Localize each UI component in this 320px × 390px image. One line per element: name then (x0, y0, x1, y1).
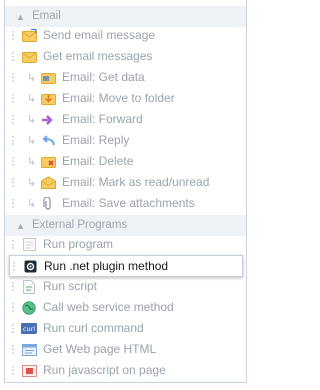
action-label: Get Web page HTML (43, 342, 157, 356)
action-label: Email: Forward (62, 112, 143, 126)
action-label: Email: Get data (62, 70, 145, 84)
drag-handle-icon[interactable] (12, 302, 14, 313)
drag-handle-icon[interactable] (12, 365, 14, 376)
action-call-web-service-method[interactable]: Call web service method (5, 297, 246, 318)
envelope-send-icon (21, 29, 37, 43)
drag-handle-icon[interactable] (12, 30, 14, 41)
action-run-javascript-on-page[interactable]: Run javascript on page (5, 360, 246, 381)
action-get-email-messages[interactable]: Get email messages (5, 46, 246, 67)
drag-handle-icon[interactable] (12, 72, 14, 83)
drag-handle-icon[interactable] (12, 198, 14, 209)
actions-panel: ▲ Email Send email message Get email mes… (4, 0, 247, 383)
action-label: Run program (43, 237, 114, 251)
action-run-dotnet-plugin-method[interactable]: Run .net plugin method (9, 255, 243, 277)
action-email-delete[interactable]: ↳ Email: Delete (5, 151, 246, 172)
drag-handle-icon[interactable] (12, 177, 14, 188)
section-header-external-programs[interactable]: ▲ External Programs (5, 215, 246, 236)
child-arrow-icon: ↳ (27, 156, 37, 168)
globe-icon (21, 300, 37, 315)
move-to-folder-icon (40, 92, 56, 106)
child-arrow-icon: ↳ (27, 135, 37, 147)
action-run-program[interactable]: Run program (5, 234, 246, 255)
gear-plugin-icon (22, 259, 38, 273)
web-page-icon (21, 343, 37, 357)
child-arrow-icon: ↳ (27, 93, 37, 105)
action-email-mark-read[interactable]: ↳ Email: Mark as read/unread (5, 172, 246, 193)
forward-arrow-icon (40, 113, 56, 127)
svg-text:curl: curl (23, 325, 35, 333)
action-label: Run script (43, 279, 98, 293)
drag-handle-icon[interactable] (12, 239, 14, 250)
action-label: Get email messages (43, 49, 153, 63)
child-arrow-icon: ↳ (27, 114, 37, 126)
action-label: Email: Move to folder (62, 91, 175, 105)
section-title: Email (32, 10, 61, 22)
action-label: Email: Save attachments (62, 196, 195, 210)
action-email-get-data[interactable]: ↳ Email: Get data (5, 67, 246, 88)
envelope-open-icon (40, 176, 56, 190)
drag-handle-icon[interactable] (12, 135, 14, 146)
drag-handle-icon[interactable] (12, 114, 14, 125)
drag-handle-icon[interactable] (12, 323, 14, 334)
action-label: Email: Mark as read/unread (62, 175, 210, 189)
action-email-move-to-folder[interactable]: ↳ Email: Move to folder (5, 88, 246, 109)
child-arrow-icon: ↳ (27, 177, 37, 189)
action-run-curl-command[interactable]: curl Run curl command (5, 318, 246, 339)
child-arrow-icon: ↳ (27, 72, 37, 84)
paperclip-icon (40, 196, 56, 211)
action-email-save-attachments[interactable]: ↳ Email: Save attachments (5, 193, 246, 214)
action-label: Run curl command (43, 321, 144, 335)
action-label: Email: Reply (62, 133, 130, 147)
drag-handle-icon[interactable] (12, 281, 14, 292)
action-run-script[interactable]: Run script (5, 276, 246, 297)
action-email-reply[interactable]: ↳ Email: Reply (5, 130, 246, 151)
action-label: Call web service method (43, 300, 174, 314)
drag-handle-icon[interactable] (12, 344, 14, 355)
reply-arrow-icon (40, 134, 56, 148)
script-file-icon (21, 279, 37, 294)
chevron-up-icon: ▲ (16, 220, 25, 231)
drag-handle-icon[interactable] (12, 93, 14, 104)
envelope-icon (21, 50, 37, 64)
curl-icon: curl (21, 322, 37, 336)
section-header-email[interactable]: ▲ Email (5, 6, 246, 27)
action-send-email-message[interactable]: Send email message (5, 25, 246, 46)
javascript-page-icon (21, 364, 37, 378)
action-get-web-page-html[interactable]: Get Web page HTML (5, 339, 246, 360)
drag-handle-icon[interactable] (12, 156, 14, 167)
program-window-icon (21, 238, 37, 252)
child-arrow-icon: ↳ (27, 198, 37, 210)
action-label: Send email message (43, 28, 156, 42)
envelope-data-icon (40, 71, 56, 85)
action-label: Run javascript on page (43, 363, 166, 377)
action-label: Email: Delete (62, 154, 134, 168)
chevron-up-icon: ▲ (16, 11, 25, 22)
action-label: Run .net plugin method (44, 258, 169, 273)
envelope-delete-icon (40, 155, 56, 169)
action-email-forward[interactable]: ↳ Email: Forward (5, 109, 246, 130)
drag-handle-icon[interactable] (13, 261, 15, 272)
drag-handle-icon[interactable] (12, 51, 14, 62)
section-title: External Programs (32, 219, 128, 231)
